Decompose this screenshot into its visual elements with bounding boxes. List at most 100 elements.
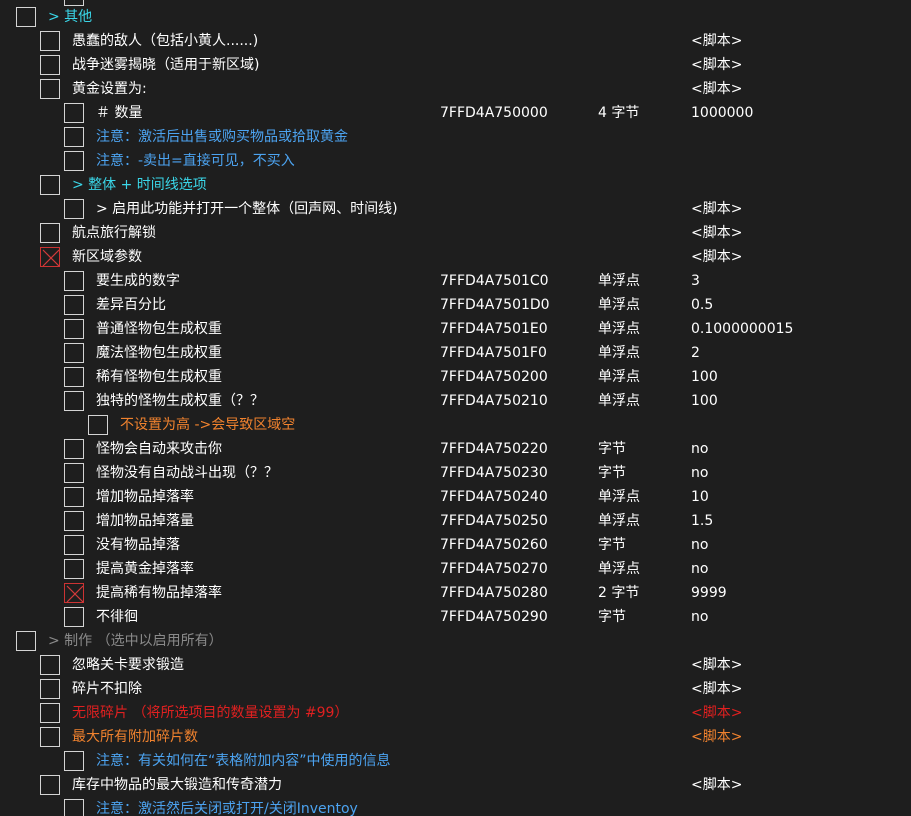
row-value[interactable]: no — [691, 605, 708, 629]
checkbox[interactable] — [64, 103, 84, 123]
checkbox[interactable] — [64, 751, 84, 771]
row-value[interactable]: <脚本> — [691, 77, 742, 101]
table-row[interactable]: 库存中物品的最大锻造和传奇潜力 <脚本> — [0, 773, 911, 797]
row-value[interactable]: no — [691, 461, 708, 485]
checkbox[interactable] — [64, 511, 84, 531]
table-row[interactable]: 独特的怪物生成权重（？？ 7FFD4A750210 单浮点 100 — [0, 389, 911, 413]
table-row[interactable]: 差异百分比 7FFD4A7501D0 单浮点 0.5 — [0, 293, 911, 317]
checkbox[interactable] — [40, 775, 60, 795]
row-value[interactable]: <脚本> — [691, 725, 742, 749]
table-row[interactable]: 怪物没有自动战斗出现（？？ 7FFD4A750230 字节 no — [0, 461, 911, 485]
checkbox[interactable] — [88, 415, 108, 435]
checkbox[interactable] — [64, 799, 84, 816]
checkbox[interactable] — [40, 727, 60, 747]
row-value[interactable]: 3 — [691, 269, 700, 293]
row-value[interactable]: 1000000 — [691, 101, 753, 125]
row-value[interactable]: <脚本> — [691, 701, 742, 725]
checkbox[interactable] — [16, 631, 36, 651]
row-value[interactable]: <脚本> — [691, 653, 742, 677]
row-type: 单浮点 — [598, 297, 640, 313]
row-address: 7FFD4A7501D0 — [440, 297, 550, 313]
table-row[interactable]: > 制作 （选中以启用所有） — [0, 629, 911, 653]
row-value[interactable]: <脚本> — [691, 221, 742, 245]
table-row[interactable]: 提高黄金掉落率 7FFD4A750270 单浮点 no — [0, 557, 911, 581]
row-value[interactable]: <脚本> — [691, 677, 742, 701]
checkbox[interactable] — [40, 175, 60, 195]
row-value[interactable]: 9999 — [691, 581, 727, 605]
row-value[interactable]: 100 — [691, 389, 718, 413]
checkbox[interactable] — [16, 7, 36, 27]
checkbox[interactable] — [64, 607, 84, 627]
row-value[interactable]: <脚本> — [691, 53, 742, 77]
checkbox[interactable] — [64, 295, 84, 315]
table-row[interactable]: 要生成的数字 7FFD4A7501C0 单浮点 3 — [0, 269, 911, 293]
table-row[interactable]: 不徘徊 7FFD4A750290 字节 no — [0, 605, 911, 629]
row-value[interactable]: no — [691, 533, 708, 557]
table-row[interactable]: ＃ 数量 7FFD4A750000 4 字节 1000000 — [0, 101, 911, 125]
checkbox[interactable] — [64, 463, 84, 483]
checkbox[interactable] — [64, 559, 84, 579]
checkbox[interactable] — [40, 703, 60, 723]
checkbox[interactable] — [64, 319, 84, 339]
row-value[interactable]: <脚本> — [691, 197, 742, 221]
checkbox[interactable] — [64, 271, 84, 291]
table-row[interactable]: 魔法怪物包生成权重 7FFD4A7501F0 单浮点 2 — [0, 341, 911, 365]
checkbox[interactable] — [64, 367, 84, 387]
checkbox-checked[interactable] — [40, 247, 60, 267]
row-value[interactable]: <脚本> — [691, 29, 742, 53]
row-value[interactable]: <脚本> — [691, 245, 742, 269]
checkbox[interactable] — [64, 487, 84, 507]
table-row[interactable]: 黄金设置为: <脚本> — [0, 77, 911, 101]
table-row[interactable]: 无限碎片 （将所选项目的数量设置为 #99） <脚本> — [0, 701, 911, 725]
row-value[interactable]: 0.1000000015 — [691, 317, 793, 341]
row-description: 怪物会自动来攻击你 — [96, 441, 222, 457]
table-row[interactable]: 增加物品掉落率 7FFD4A750240 单浮点 10 — [0, 485, 911, 509]
table-row[interactable]: 注意：激活后出售或购买物品或拾取黄金 — [0, 125, 911, 149]
table-row[interactable]: 航点旅行解锁 <脚本> — [0, 221, 911, 245]
table-row[interactable]: 增加物品掉落量 7FFD4A750250 单浮点 1.5 — [0, 509, 911, 533]
checkbox[interactable] — [40, 79, 60, 99]
checkbox[interactable] — [40, 655, 60, 675]
table-row[interactable]: 没有物品掉落 7FFD4A750260 字节 no — [0, 533, 911, 557]
row-type: 字节 — [598, 609, 626, 625]
table-row[interactable]: > 其他 — [0, 5, 911, 29]
row-value[interactable]: 1.5 — [691, 509, 713, 533]
table-row[interactable]: 最大所有附加碎片数 <脚本> — [0, 725, 911, 749]
table-row[interactable]: 战争迷雾揭晓（适用于新区域) <脚本> — [0, 53, 911, 77]
table-row[interactable]: 新区域参数 <脚本> — [0, 245, 911, 269]
table-row[interactable]: 碎片不扣除 <脚本> — [0, 677, 911, 701]
table-row[interactable]: > 整体 + 时间线选项 — [0, 173, 911, 197]
row-description: 愚蠢的敌人（包括小黄人......) — [72, 33, 259, 49]
table-row[interactable]: 普通怪物包生成权重 7FFD4A7501E0 单浮点 0.1000000015 — [0, 317, 911, 341]
checkbox-checked[interactable] — [64, 583, 84, 603]
table-row[interactable]: 注意：-卖出=直接可见，不买入 — [0, 149, 911, 173]
checkbox[interactable] — [64, 151, 84, 171]
row-value[interactable]: no — [691, 557, 708, 581]
table-row[interactable]: 注意：激活然后关闭或打开/关闭Inventoy — [0, 797, 911, 816]
table-row[interactable]: 怪物会自动来攻击你 7FFD4A750220 字节 no — [0, 437, 911, 461]
row-value[interactable]: 100 — [691, 365, 718, 389]
table-row[interactable]: 提高稀有物品掉落率 7FFD4A750280 2 字节 9999 — [0, 581, 911, 605]
table-row[interactable]: 注意：有关如何在“表格附加内容”中使用的信息 — [0, 749, 911, 773]
row-value[interactable]: 2 — [691, 341, 700, 365]
table-row[interactable]: 不设置为高 ->会导致区域空 — [0, 413, 911, 437]
checkbox[interactable] — [40, 223, 60, 243]
checkbox[interactable] — [40, 679, 60, 699]
checkbox[interactable] — [64, 127, 84, 147]
checkbox[interactable] — [64, 439, 84, 459]
row-value[interactable]: no — [691, 437, 708, 461]
checkbox[interactable] — [64, 535, 84, 555]
checkbox[interactable] — [40, 55, 60, 75]
row-value[interactable]: 0.5 — [691, 293, 713, 317]
table-row[interactable]: 忽略关卡要求锻造 <脚本> — [0, 653, 911, 677]
checkbox[interactable] — [40, 31, 60, 51]
table-row[interactable]: 稀有怪物包生成权重 7FFD4A750200 单浮点 100 — [0, 365, 911, 389]
checkbox[interactable] — [64, 391, 84, 411]
row-value[interactable]: 10 — [691, 485, 709, 509]
table-row[interactable]: > 启用此功能并打开一个整体（回声网、时间线) <脚本> — [0, 197, 911, 221]
table-row[interactable]: 愚蠢的敌人（包括小黄人......) <脚本> — [0, 29, 911, 53]
checkbox[interactable] — [64, 343, 84, 363]
row-value[interactable]: <脚本> — [691, 773, 742, 797]
cross-icon — [66, 585, 84, 603]
checkbox[interactable] — [64, 199, 84, 219]
